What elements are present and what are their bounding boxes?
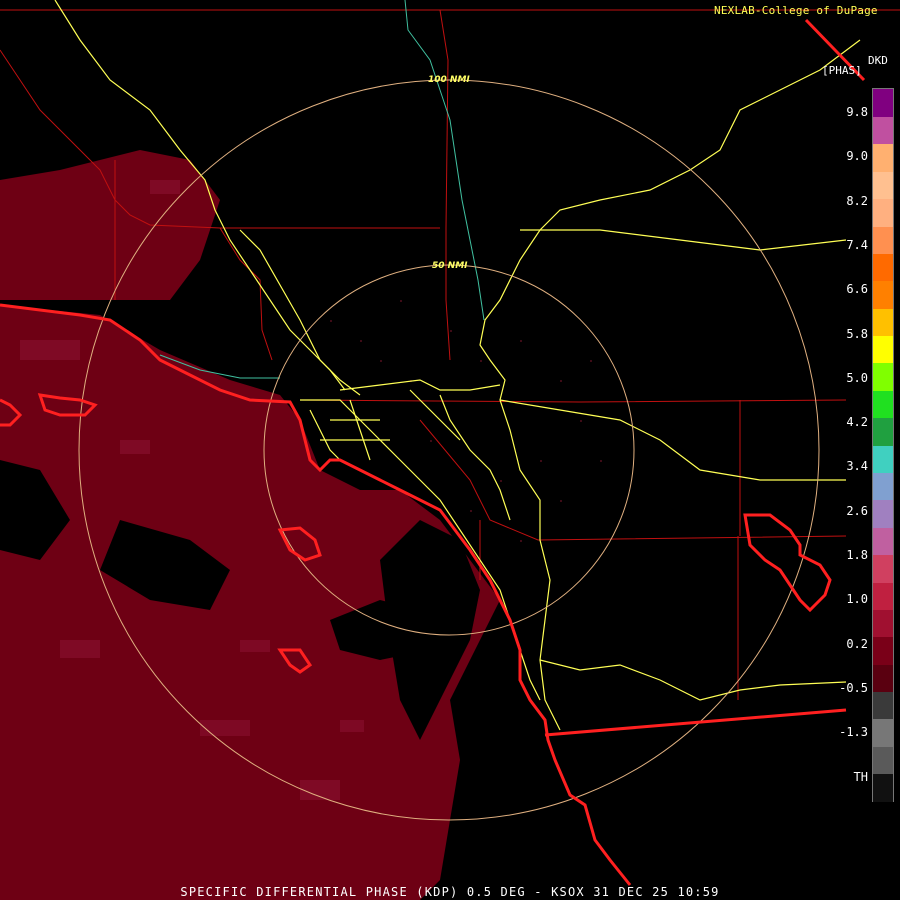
legend-tick-label: 0.2: [846, 636, 868, 651]
legend-swatch: [873, 445, 893, 473]
legend-swatch: [873, 171, 893, 200]
units-label: [PHAS]: [822, 64, 862, 77]
legend-tick-label: 7.4: [846, 237, 868, 252]
legend-tick-label: 1.0: [846, 592, 868, 607]
legend-swatch: [873, 746, 893, 775]
legend-tick-label: 4.2: [846, 415, 868, 430]
credit-label: NEXLAB-College of DuPage: [714, 4, 878, 17]
legend-tick-label: -1.3: [839, 725, 868, 740]
product-caption: SPECIFIC DIFFERENTIAL PHASE (KDP) 0.5 DE…: [180, 885, 720, 899]
range-ring-100-label: 100 NMI: [428, 75, 470, 85]
legend-tick-label: 8.2: [846, 193, 868, 208]
river: [404, 0, 485, 321]
legend-swatch: [873, 198, 893, 227]
legend-swatch: [873, 417, 893, 446]
legend-tick-label: 1.8: [846, 548, 868, 562]
legend-swatch: [873, 691, 893, 720]
legend-swatch: [873, 718, 893, 747]
color-scale-legend: [872, 88, 894, 802]
legend-swatch: [873, 609, 893, 638]
legend-swatch: [873, 280, 893, 309]
legend-swatch: [873, 225, 893, 254]
legend-swatch: [873, 308, 893, 337]
legend-tick-label: 6.6: [846, 282, 868, 297]
legend-swatch: [873, 554, 893, 583]
legend-tick-label: 2.6: [846, 503, 868, 518]
legend-swatch: [873, 472, 893, 501]
product-code: DKD: [868, 54, 888, 67]
legend-swatch: [873, 116, 893, 145]
legend-tick-label: 5.8: [846, 326, 868, 341]
legend-swatch: [873, 527, 893, 556]
precip-echo-west: [0, 150, 220, 300]
legend-tick-label: 5.0: [846, 370, 868, 385]
legend-tick-label: TH: [853, 769, 868, 784]
legend-tick-label: 9.8: [846, 105, 868, 119]
legend-swatch: [873, 89, 893, 117]
legend-swatch: [873, 581, 893, 610]
legend-swatch: [873, 664, 893, 693]
legend-swatch: [873, 362, 893, 391]
legend-swatch: [873, 390, 893, 419]
precip-echo-layer: [0, 150, 602, 900]
legend-swatch: [873, 253, 893, 282]
legend-swatch: [873, 499, 893, 528]
legend-tick-label: 9.0: [846, 149, 868, 164]
legend-swatch: [873, 335, 893, 364]
range-ring-50-label: 50 NMI: [432, 261, 468, 271]
legend-tick-label: 3.4: [846, 459, 868, 474]
legend-swatch: [873, 636, 893, 665]
legend-tick-label: -0.5: [839, 680, 868, 695]
legend-swatch: [873, 773, 893, 802]
legend-swatch: [873, 143, 893, 172]
radar-map: 100 NMI 50 NMI: [0, 0, 900, 900]
